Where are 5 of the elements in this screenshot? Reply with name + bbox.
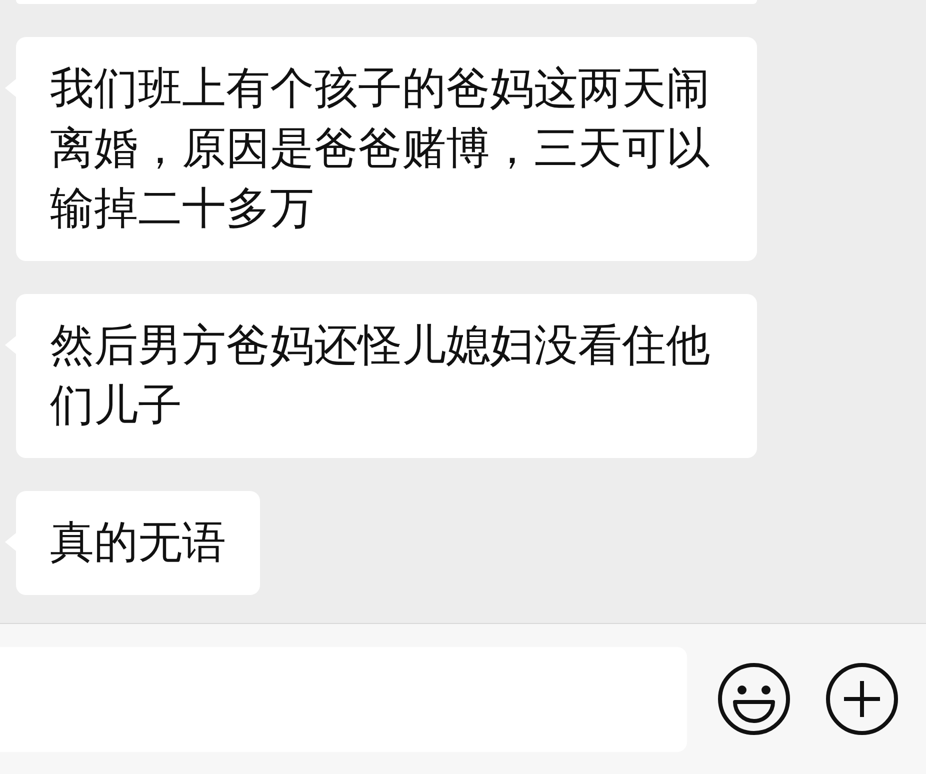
message-bubble: 我们班上有个孩子的爸妈这两天闹离婚，原因是爸爸赌博，三天可以输掉二十多万	[16, 37, 757, 261]
message-bubble: 真的无语	[16, 491, 260, 595]
plus-icon[interactable]	[825, 662, 899, 736]
emoji-icon[interactable]	[717, 662, 791, 736]
message-bubble: 然后男方爸妈还怪儿媳妇没看住他们儿子	[16, 294, 757, 458]
